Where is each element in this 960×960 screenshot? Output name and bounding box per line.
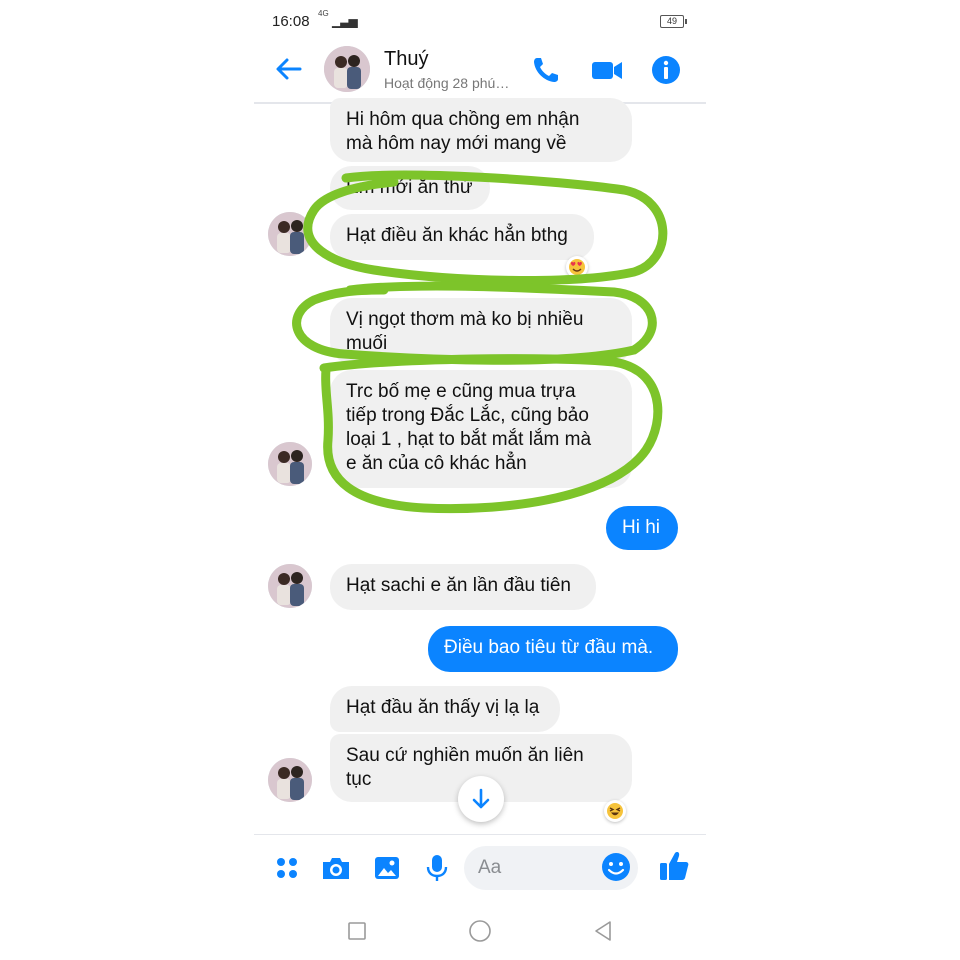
signal-icon: ▁▃▅ [332, 14, 358, 28]
message-text: Hạt điều ăn khác hẳn bthg [346, 225, 568, 246]
conversation-header: Thuý Hoạt động 28 phú… [254, 40, 706, 104]
four-dots-icon [277, 858, 297, 878]
home-button[interactable] [467, 918, 493, 944]
message-text: Vị ngọt thơm mà ko bị nhiều [346, 309, 584, 330]
message-text: loại 1 , hạt to bắt mắt lắm mà [346, 429, 592, 450]
message-text: e ăn của cô khác hẳn [346, 453, 527, 474]
message-composer [254, 834, 706, 901]
message-bubble[interactable]: Hi hôm qua chồng em nhận mà hôm nay mới … [330, 98, 632, 162]
image-icon [375, 857, 399, 879]
sender-avatar[interactable] [268, 212, 312, 256]
message-text: Hạt sachi e ăn lần đầu tiên [346, 575, 571, 596]
sender-avatar[interactable] [268, 442, 312, 486]
info-button[interactable] [650, 54, 682, 86]
back-button[interactable] [272, 52, 306, 86]
message-bubble[interactable]: Hạt đầu ăn thấy vị lạ lạ [330, 686, 560, 732]
camera-button[interactable] [320, 853, 350, 883]
status-bar: 16:08 4G ▁▃▅ 49 [254, 0, 706, 40]
smiley-icon [602, 853, 630, 881]
contact-name[interactable]: Thuý [384, 48, 428, 71]
message-bubble[interactable]: Em mới ăn thử [330, 166, 490, 210]
camera-icon [323, 858, 349, 879]
message-bubble[interactable]: Hạt sachi e ăn lần đầu tiên [330, 564, 596, 610]
gallery-button[interactable] [372, 853, 402, 883]
arrow-down-icon [472, 788, 490, 809]
voice-message-button[interactable] [422, 853, 452, 883]
message-text: mà hôm nay mới mang về [346, 133, 567, 154]
message-text: Sau cứ nghiền muốn ăn liên [346, 745, 584, 766]
message-bubble[interactable]: Trc bố mẹ e cũng mua trựa tiếp trong Đắc… [330, 370, 632, 488]
back-nav-button[interactable] [590, 918, 616, 944]
video-camera-icon [592, 62, 622, 79]
message-bubble-sent[interactable]: Điều bao tiêu từ đầu mà. [428, 626, 678, 672]
message-bubble-sent[interactable]: Hi hi [606, 506, 678, 550]
square-icon [348, 922, 366, 940]
voice-call-button[interactable] [530, 54, 562, 86]
contact-avatar[interactable] [324, 46, 370, 92]
message-text: Trc bố mẹ e cũng mua trựa [346, 381, 576, 402]
arrow-left-icon [276, 58, 302, 80]
laughing-emoji-reaction[interactable] [604, 800, 626, 822]
message-bubble[interactable]: Hạt điều ăn khác hẳn bthg [330, 214, 594, 260]
recents-button[interactable] [344, 918, 370, 944]
message-text: Hạt đầu ăn thấy vị lạ lạ [346, 697, 540, 718]
system-navigation-bar [254, 900, 706, 960]
thumbs-up-icon [660, 852, 689, 880]
laughing-emoji-icon [607, 803, 623, 819]
battery-icon: 49 [660, 15, 687, 28]
sender-avatar[interactable] [268, 564, 312, 608]
phone-icon [534, 58, 558, 82]
heart-eyes-emoji-reaction[interactable] [566, 256, 588, 278]
scroll-to-bottom-button[interactable] [458, 776, 504, 822]
microphone-icon [426, 855, 448, 881]
like-button[interactable] [658, 849, 689, 880]
network-type: 4G [318, 9, 329, 18]
message-text: Điều bao tiêu từ đầu mà. [444, 637, 654, 658]
heart-eyes-emoji-icon [569, 259, 585, 275]
message-text: Hi hôm qua chồng em nhận [346, 109, 580, 130]
message-text: Hi hi [622, 517, 661, 538]
more-actions-button[interactable] [272, 853, 302, 883]
status-time: 16:08 [272, 13, 310, 30]
sender-avatar[interactable] [268, 758, 312, 802]
message-text: Em mới ăn thử [346, 177, 473, 198]
emoji-button[interactable] [600, 851, 632, 883]
message-text: muối [346, 333, 388, 354]
activity-status: Hoạt động 28 phú… [384, 75, 510, 91]
circle-icon [469, 920, 491, 942]
messenger-screen: 16:08 4G ▁▃▅ 49 Thuý Hoạt động 28 phú… H… [254, 0, 706, 960]
video-call-button[interactable] [590, 54, 622, 86]
info-icon [652, 56, 680, 84]
message-bubble[interactable]: Vị ngọt thơm mà ko bị nhiều muối [330, 298, 632, 364]
message-text: tiếp trong Đắc Lắc, cũng bảo [346, 405, 589, 426]
triangle-back-icon [595, 921, 611, 941]
